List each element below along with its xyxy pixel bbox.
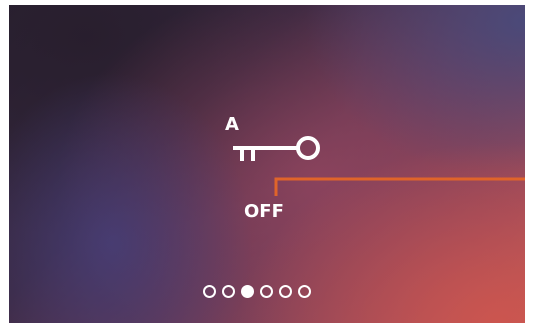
key-status-label: OFF — [244, 201, 284, 222]
page-dot[interactable] — [260, 285, 273, 298]
device-frame: A OFF — [0, 0, 534, 327]
page-dot[interactable] — [203, 285, 216, 298]
status-connector-line — [274, 177, 525, 196]
page-indicator — [203, 285, 311, 298]
key-letter-label: A — [225, 114, 239, 135]
key-icon — [233, 136, 320, 161]
page-dot[interactable] — [279, 285, 292, 298]
key-control[interactable]: A — [222, 116, 322, 168]
page-dot[interactable] — [222, 285, 235, 298]
page-dot[interactable] — [241, 285, 254, 298]
page-dot[interactable] — [298, 285, 311, 298]
